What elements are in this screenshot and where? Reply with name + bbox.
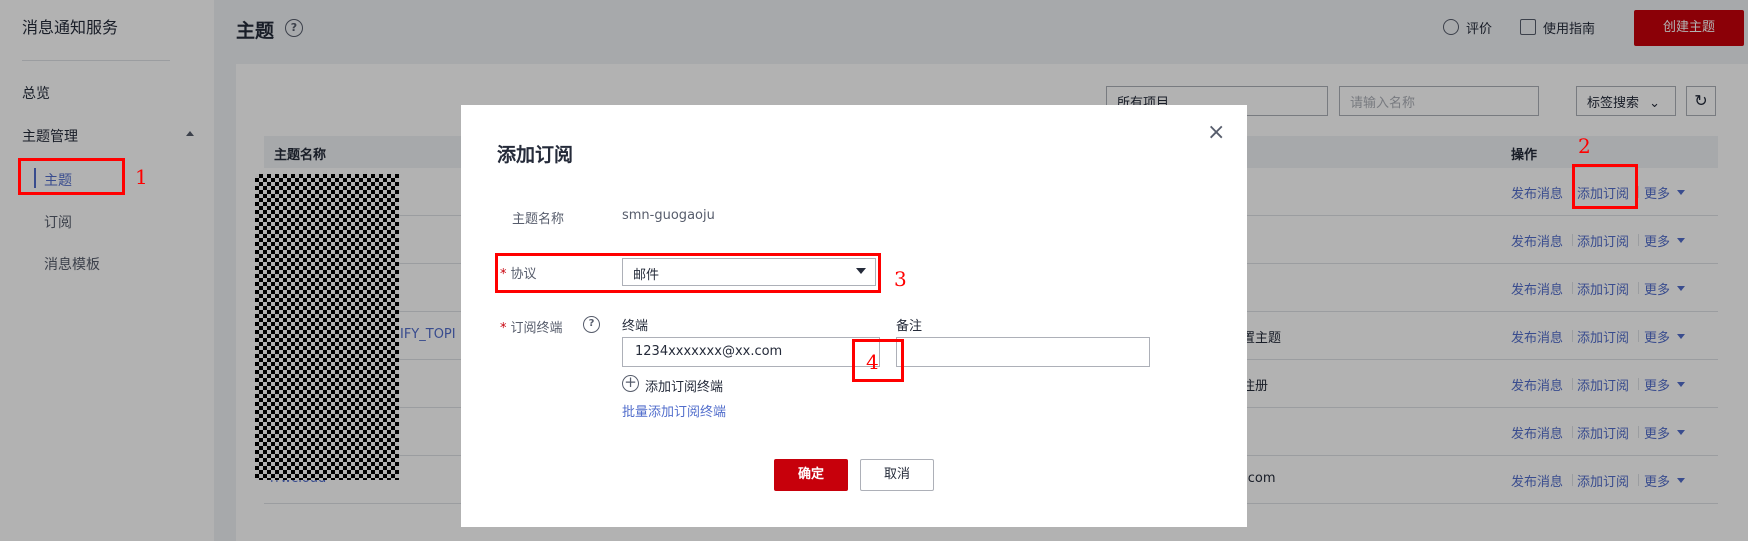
cancel-button[interactable]: 取消 [860,459,934,491]
annotation-number: 1 [135,165,148,189]
annotation-box [495,253,881,293]
required-marker: * [500,321,507,336]
column-header-remark: 备注 [896,319,923,334]
annotation-box [1572,164,1638,209]
endpoint-label: * 订阅终端 [500,317,563,336]
confirm-button[interactable]: 确定 [774,459,848,491]
annotation-number: 2 [1578,134,1591,158]
topic-name-label: 主题名称 [512,212,565,227]
add-subscription-dialog [461,105,1247,527]
endpoint-label-text: 订阅终端 [510,321,563,336]
column-header-endpoint: 终端 [622,319,649,334]
topic-name-value: smn-guogaoju [622,208,715,223]
close-icon[interactable]: × [1207,120,1225,145]
annotation-number: 4 [866,350,879,374]
endpoint-input[interactable]: 1234xxxxxxx@xx.com [622,337,880,367]
add-endpoint-link[interactable]: 添加订阅终端 [645,376,723,395]
help-icon[interactable]: ? [583,316,600,333]
remark-input[interactable] [896,337,1150,367]
endpoint-value: 1234xxxxxxx@xx.com [635,344,783,359]
annotation-number: 3 [894,267,907,291]
batch-add-endpoint-link[interactable]: 批量添加订阅终端 [622,401,726,420]
annotation-box [18,158,125,195]
plus-icon[interactable]: + [622,375,639,392]
dialog-title: 添加订阅 [497,144,574,166]
